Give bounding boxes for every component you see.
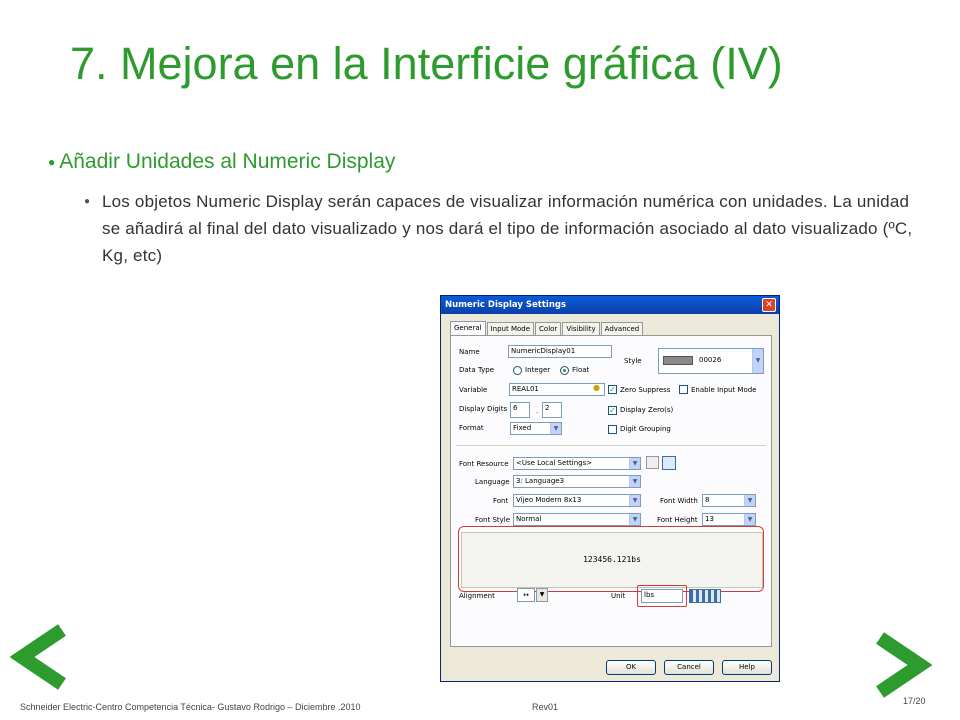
resource-edit-icon[interactable] bbox=[662, 456, 676, 470]
footer-revision: Rev01 bbox=[532, 702, 559, 712]
chevron-down-icon: ▼ bbox=[744, 514, 755, 525]
digit-grouping-checkbox[interactable] bbox=[608, 425, 617, 434]
variable-label: Variable bbox=[459, 386, 488, 394]
lightbulb-icon[interactable]: ● bbox=[593, 383, 600, 392]
font-style-label: Font Style bbox=[475, 516, 511, 524]
zero-suppress-checkbox[interactable]: ✓ bbox=[608, 385, 617, 394]
font-label: Font bbox=[493, 497, 509, 505]
chevron-down-icon: ▼ bbox=[550, 423, 561, 434]
unit-label: Unit bbox=[611, 592, 626, 600]
font-value: Vijeo Modern 8x13 bbox=[516, 496, 582, 504]
language-value: 3: Language3 bbox=[516, 477, 565, 485]
ok-button[interactable]: OK bbox=[606, 660, 656, 675]
font-resource-select[interactable]: <Use Local Settings> ▼ bbox=[513, 457, 641, 470]
general-panel: Name NumericDisplay01 Style 00026 ▼ Data… bbox=[450, 335, 772, 647]
name-label: Name bbox=[459, 348, 480, 356]
dialog-title: Numeric Display Settings bbox=[445, 300, 567, 310]
font-select[interactable]: Vijeo Modern 8x13 ▼ bbox=[513, 494, 641, 507]
enable-input-mode-checkbox[interactable] bbox=[679, 385, 688, 394]
radio-integer[interactable] bbox=[513, 366, 522, 375]
dialog-tabs: General Input Mode Color Visibility Adva… bbox=[450, 321, 644, 335]
tab-advanced[interactable]: Advanced bbox=[600, 322, 644, 335]
tab-color[interactable]: Color bbox=[535, 322, 562, 335]
language-select[interactable]: 3: Language3 ▼ bbox=[513, 475, 641, 488]
slide-title: 7. Mejora en la Interficie gráfica (IV) bbox=[70, 38, 783, 89]
chevron-down-icon: ▼ bbox=[629, 495, 640, 506]
style-label: Style bbox=[624, 357, 642, 365]
variable-field[interactable]: REAL01 bbox=[509, 383, 605, 396]
style-swatch bbox=[663, 356, 693, 365]
tab-input-mode[interactable]: Input Mode bbox=[486, 322, 535, 335]
chevron-down-icon: ▼ bbox=[744, 495, 755, 506]
style-select[interactable]: 00026 ▼ bbox=[658, 348, 764, 374]
numeric-display-settings-dialog: Numeric Display Settings ✕ General Input… bbox=[440, 295, 780, 682]
zero-suppress-label: Zero Suppress bbox=[620, 386, 671, 394]
radio-float[interactable] bbox=[560, 366, 569, 375]
previous-arrow-icon[interactable] bbox=[10, 620, 70, 695]
radio-float-label: Float bbox=[572, 366, 590, 374]
sub-bullet-text: Los objetos Numeric Display serán capace… bbox=[102, 192, 913, 265]
bullet-dot-icon: ● bbox=[48, 155, 56, 170]
alignment-label: Alignment bbox=[459, 592, 495, 600]
data-type-label: Data Type bbox=[459, 366, 495, 374]
font-width-label: Font Width bbox=[660, 497, 698, 505]
footer-credit: Schneider Electric-Centro Competencia Té… bbox=[20, 702, 361, 712]
section-divider bbox=[456, 445, 766, 446]
format-label: Format bbox=[459, 424, 484, 432]
font-width-value: 8 bbox=[705, 496, 710, 504]
unit-highlight bbox=[637, 585, 687, 607]
font-height-value: 13 bbox=[705, 515, 714, 523]
page-number: 17/20 bbox=[903, 696, 926, 706]
main-bullet: ● Añadir Unidades al Numeric Display bbox=[48, 150, 395, 174]
font-width-select[interactable]: 8 ▼ bbox=[702, 494, 756, 507]
chevron-down-icon: ▼ bbox=[629, 476, 640, 487]
chevron-down-icon[interactable]: ▼ bbox=[536, 588, 548, 602]
format-select[interactable]: Fixed ▼ bbox=[510, 422, 562, 435]
font-height-label: Font Height bbox=[657, 516, 698, 524]
help-button[interactable]: Help bbox=[722, 660, 772, 675]
style-value: 00026 bbox=[699, 356, 722, 364]
radio-integer-label: Integer bbox=[525, 366, 551, 374]
preview-highlight bbox=[458, 526, 764, 592]
dialog-titlebar: Numeric Display Settings ✕ bbox=[441, 296, 779, 314]
enable-input-mode-label: Enable Input Mode bbox=[691, 386, 757, 394]
display-digits-label: Display Digits bbox=[459, 405, 508, 413]
tab-visibility[interactable]: Visibility bbox=[562, 322, 600, 335]
font-height-select[interactable]: 13 ▼ bbox=[702, 513, 756, 526]
display-zero-checkbox[interactable]: ✓ bbox=[608, 406, 617, 415]
bullet-dot-icon: ● bbox=[84, 196, 91, 207]
digits-separator: . bbox=[536, 407, 539, 415]
cancel-button[interactable]: Cancel bbox=[664, 660, 714, 675]
digits-decimal-field[interactable]: 2 bbox=[542, 402, 562, 418]
chevron-down-icon: ▼ bbox=[752, 349, 763, 373]
alignment-icon[interactable]: ↔ bbox=[517, 588, 535, 602]
chevron-down-icon: ▼ bbox=[629, 514, 640, 525]
close-icon[interactable]: ✕ bbox=[762, 298, 776, 312]
digit-grouping-label: Digit Grouping bbox=[620, 425, 671, 433]
language-label: Language bbox=[475, 478, 510, 486]
folder-icon[interactable] bbox=[646, 456, 659, 469]
sub-bullet: ● Los objetos Numeric Display serán capa… bbox=[84, 188, 914, 269]
main-bullet-text: Añadir Unidades al Numeric Display bbox=[59, 150, 396, 173]
font-style-select[interactable]: Normal ▼ bbox=[513, 513, 641, 526]
display-zero-label: Display Zero(s) bbox=[620, 406, 674, 414]
tab-general[interactable]: General bbox=[450, 321, 486, 335]
name-field[interactable]: NumericDisplay01 bbox=[508, 345, 612, 358]
chevron-down-icon: ▼ bbox=[629, 458, 640, 469]
font-resource-label: Font Resource bbox=[459, 460, 509, 468]
next-arrow-icon[interactable] bbox=[872, 628, 932, 703]
format-value: Fixed bbox=[513, 424, 532, 432]
font-style-value: Normal bbox=[516, 515, 542, 523]
unit-variable-icon[interactable] bbox=[689, 589, 721, 603]
digits-integer-field[interactable]: 6 bbox=[510, 402, 530, 418]
font-resource-value: <Use Local Settings> bbox=[516, 459, 593, 467]
